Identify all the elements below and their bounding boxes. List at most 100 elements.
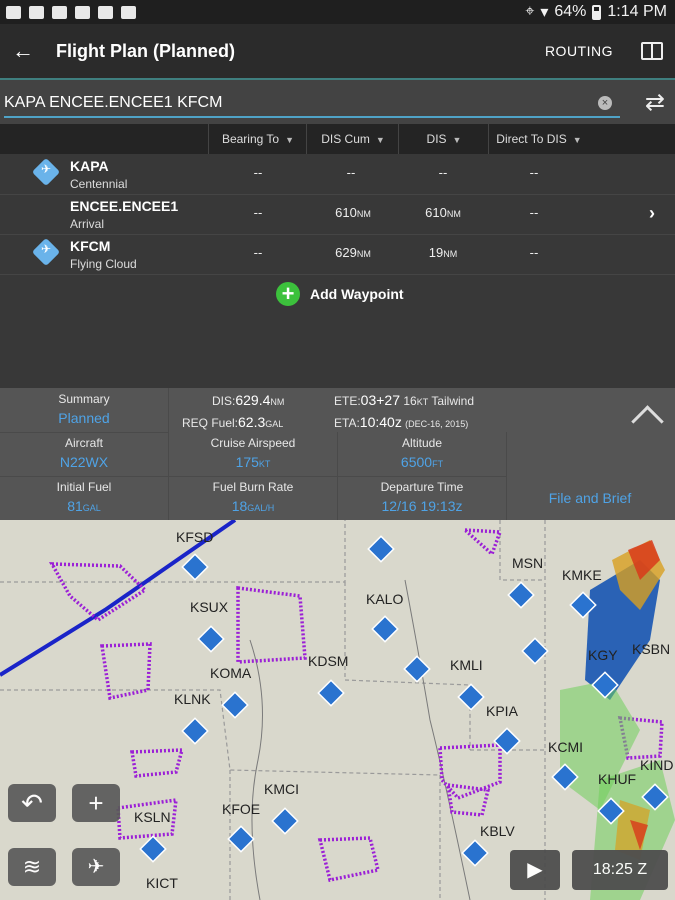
waypoint-name: Flying Cloud xyxy=(70,257,137,271)
chevron-right-icon[interactable]: › xyxy=(649,203,655,224)
play-icon: ▶ xyxy=(527,859,543,881)
compass-icon: ✈ xyxy=(87,856,105,878)
direct-dis-value: -- xyxy=(529,165,539,180)
airport-label: KSBN xyxy=(632,641,670,657)
clock: 1:14 PM xyxy=(607,3,667,20)
aircraft-cell[interactable]: Aircraft N22WX xyxy=(0,432,169,477)
departure-value: 12/16 19:13z xyxy=(381,498,463,514)
airport-label: KMKE xyxy=(562,567,602,583)
unit-label: NM xyxy=(356,209,371,219)
wind-unit: KT xyxy=(416,397,429,407)
route-input[interactable]: KAPA ENCEE.ENCEE1 KFCM × xyxy=(4,90,620,118)
column-header-bearing[interactable]: Bearing To ▼ xyxy=(208,124,307,154)
departure-label: Departure Time xyxy=(380,480,464,494)
airport-label: KIND xyxy=(640,757,673,773)
notification-icon xyxy=(6,5,21,19)
wind-text: Tailwind xyxy=(431,394,475,408)
airport-label: KGY xyxy=(588,647,618,663)
notification-icons xyxy=(0,5,136,19)
req-fuel-label: REQ Fuel: xyxy=(182,416,239,430)
notification-icon xyxy=(29,5,44,19)
unit-label: NM xyxy=(443,249,458,259)
dropdown-icon: ▼ xyxy=(285,135,295,145)
column-label: DIS Cum xyxy=(321,132,370,146)
dis-number: 19 xyxy=(428,245,444,260)
back-arrow-icon[interactable]: ← xyxy=(4,38,42,64)
layers-icon: ≋ xyxy=(22,854,42,879)
column-header-dis[interactable]: DIS ▼ xyxy=(398,124,489,154)
airport-label: KCMI xyxy=(548,739,583,755)
airport-label: KPIA xyxy=(486,703,519,719)
dis-value: 19NM xyxy=(408,245,478,260)
column-header-dis-cum[interactable]: DIS Cum ▼ xyxy=(306,124,399,154)
add-waypoint-button[interactable]: + Add Waypoint xyxy=(276,282,404,306)
burn-rate-value: 18GAL/H xyxy=(169,498,337,514)
altitude-cell[interactable]: Altitude 6500FT xyxy=(338,432,507,477)
airport-label: KMLI xyxy=(450,657,483,673)
waypoint-row[interactable]: KFCM Flying Cloud -- 629NM 19NM -- xyxy=(0,234,675,275)
map-canvas: KFSD KSUX KALO KOMA KDSM KMLI KLNK KPIA … xyxy=(0,520,675,900)
distance-info: DIS:629.4NM xyxy=(212,392,284,408)
wifi-icon: ▾ xyxy=(540,4,549,21)
undo-button[interactable]: ↶ xyxy=(8,784,56,822)
flight-summary-panel: Summary Planned DIS:629.4NM REQ Fuel:62.… xyxy=(0,388,675,521)
ete-value: 03+27 xyxy=(360,392,400,408)
notification-icon xyxy=(75,5,90,19)
burn-rate-number: 18 xyxy=(231,498,248,514)
add-button[interactable]: + xyxy=(72,784,120,822)
altitude-label: Altitude xyxy=(401,436,443,450)
zulu-time: 18:25 Z xyxy=(572,850,668,890)
routing-button[interactable]: ROUTING xyxy=(545,43,613,59)
clear-icon[interactable]: × xyxy=(598,96,612,110)
eta-info: ETA:10:40z (DEC-16, 2015) xyxy=(334,414,468,430)
cruise-unit: KT xyxy=(258,459,271,469)
waypoint-id: ENCEE.ENCEE1 xyxy=(70,198,179,214)
dis-value: 629.4 xyxy=(235,392,271,408)
airport-label: KFOE xyxy=(222,801,260,817)
column-headers: Bearing To ▼ DIS Cum ▼ DIS ▼ Direct To DIS ▼ xyxy=(0,124,675,154)
cruise-cell[interactable]: Cruise Airspeed 175KT xyxy=(169,432,338,477)
req-fuel-info: REQ Fuel:62.3GAL xyxy=(182,414,283,430)
split-view-icon[interactable] xyxy=(641,42,663,60)
dis-value: -- xyxy=(438,165,448,180)
waypoint-row[interactable]: KAPA Centennial -- -- -- -- xyxy=(0,154,675,195)
layers-button[interactable]: ≋ xyxy=(8,848,56,886)
dropdown-icon: ▼ xyxy=(452,135,462,145)
eta-date: (DEC-16, 2015) xyxy=(405,419,469,429)
airport-label: KBLV xyxy=(480,823,515,839)
departure-cell[interactable]: Departure Time 12/16 19:13z xyxy=(338,476,507,521)
dis-cum-value: -- xyxy=(346,165,356,180)
dis-number: 610 xyxy=(425,205,447,220)
waypoint-id: KFCM xyxy=(70,238,111,254)
notification-icon xyxy=(121,5,136,19)
waypoint-name: Centennial xyxy=(70,177,128,191)
fuel-cell[interactable]: Initial Fuel 81GAL xyxy=(0,476,169,521)
eta-value: 10:40z xyxy=(359,414,402,430)
dis-cum-value: 610NM xyxy=(318,205,388,220)
fuel-number: 81 xyxy=(67,498,83,514)
burn-rate-cell[interactable]: Fuel Burn Rate 18GAL/H xyxy=(169,476,338,521)
cruise-label: Cruise Airspeed xyxy=(210,436,296,450)
status-bar: ⌖ ▾ 64% 1:14 PM xyxy=(0,0,675,24)
bearing-value: -- xyxy=(253,245,263,260)
collapse-chevron-icon[interactable] xyxy=(631,405,664,438)
airport-label: KSUX xyxy=(190,599,229,615)
play-button[interactable]: ▶ xyxy=(510,850,560,890)
burn-rate-label: Fuel Burn Rate xyxy=(212,480,294,494)
dis-cum-number: 629 xyxy=(335,245,357,260)
route-bar: KAPA ENCEE.ENCEE1 KFCM × ⇄ xyxy=(0,78,675,126)
waypoint-id: KAPA xyxy=(70,158,109,174)
summary-label: Summary xyxy=(58,392,110,406)
column-header-direct-to-dis[interactable]: Direct To DIS ▼ xyxy=(488,124,589,154)
column-label: DIS xyxy=(426,132,447,146)
track-up-button[interactable]: ✈ xyxy=(72,848,120,886)
page-title: Flight Plan (Planned) xyxy=(56,40,235,61)
add-waypoint-label: Add Waypoint xyxy=(310,286,404,302)
waypoint-row[interactable]: ENCEE.ENCEE1 Arrival -- 610NM 610NM -- › xyxy=(0,194,675,235)
dis-value: 610NM xyxy=(408,205,478,220)
summary-cell[interactable]: Summary Planned xyxy=(0,388,169,433)
file-and-brief-button[interactable]: File and Brief xyxy=(510,490,670,506)
battery-icon xyxy=(592,4,602,20)
reverse-route-icon[interactable]: ⇄ xyxy=(645,88,665,117)
map-view[interactable]: KFSD KSUX KALO KOMA KDSM KMLI KLNK KPIA … xyxy=(0,520,675,900)
